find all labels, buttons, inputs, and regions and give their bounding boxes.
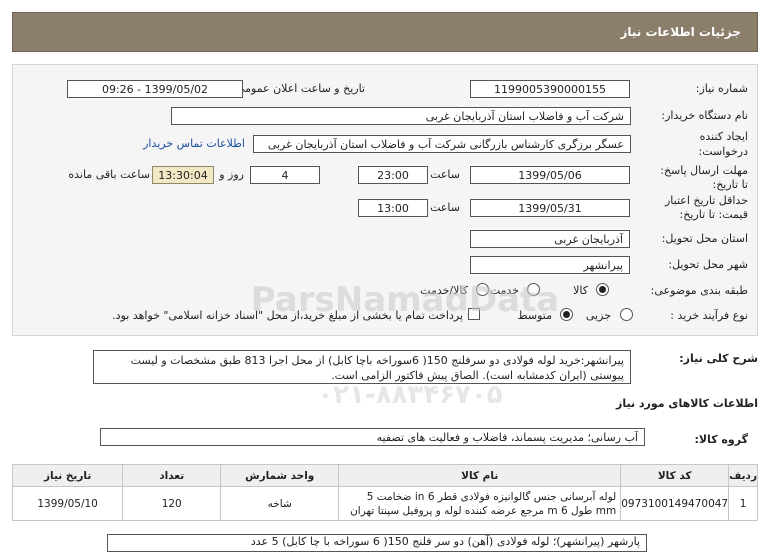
buyer-field[interactable]: شرکت آب و فاضلاب استان آذربایجان غربی (171, 107, 631, 125)
city-field[interactable]: پیرانشهر (470, 256, 630, 274)
remaining-time-label: ساعت باقی مانده (68, 168, 150, 181)
remaining-time-field: 13:30:04 (152, 166, 214, 184)
col-date: تاریخ نیاز (11, 464, 124, 487)
need-number-label: شماره نیاز: (695, 82, 748, 95)
reply-time-label: ساعت (430, 168, 460, 181)
process-option-minor: جزیی (585, 309, 611, 322)
validity-label-1: حداقل تاریخ اعتبار (664, 194, 748, 207)
watermark-phone: ۰۲۱-۸۸۳۴۶۷۰۵ (317, 380, 503, 410)
row-index: 1 (728, 486, 758, 521)
process-radio-minor[interactable] (620, 308, 633, 321)
reply-deadline-label-1: مهلت ارسال پاسخ: (660, 164, 748, 177)
description-label: شرح کلی نیاز: (679, 352, 758, 365)
treasury-checkbox[interactable] (468, 308, 480, 320)
reply-date-field[interactable]: 1399/05/06 (470, 166, 630, 184)
category-label: طبقه بندی موضوعی: (650, 284, 748, 297)
category-option-service: خدمت (489, 284, 519, 297)
need-number-field[interactable]: 1199005390000155 (470, 80, 630, 98)
goods-section-title: اطلاعات کالاهای مورد نیاز (616, 397, 758, 410)
days-label: روز و (219, 168, 244, 181)
goods-table: ردیف کد کالا نام کالا واحد شمارش تعداد ت… (11, 464, 758, 521)
goods-group-label: گروه کالا: (694, 433, 748, 446)
announce-field[interactable]: 1399/05/02 - 09:26 (67, 80, 243, 98)
process-radio-medium[interactable] (560, 308, 573, 321)
row-code: 0973100149470047 (620, 486, 730, 521)
creator-label-2: درخواست: (698, 145, 748, 158)
category-option-goods: کالا (573, 284, 588, 297)
validity-label-2: قیمت: تا تاریخ: (679, 208, 748, 221)
process-option-medium: متوسط (517, 309, 552, 322)
city-label: شهر محل تحویل: (668, 258, 748, 271)
announce-label: تاریخ و ساعت اعلان عمومی: (232, 82, 365, 95)
category-option-both: کالا/خدمت (420, 284, 468, 297)
days-field[interactable]: 4 (250, 166, 320, 184)
col-code: کد کالا (620, 464, 730, 487)
buyer-notes-box[interactable]: پارشهر (پیرانشهر)؛ لوله فولادی (آهن) دو … (107, 534, 647, 552)
description-box[interactable]: پیرانشهر:خرید لوله فولادی دو سرفلنج 150(… (93, 350, 631, 384)
category-radio-service[interactable] (527, 283, 540, 296)
province-field[interactable]: آذربایجان غربی (470, 230, 630, 248)
row-unit: شاخه (220, 486, 340, 521)
category-radio-goods[interactable] (596, 283, 609, 296)
buyer-label: نام دستگاه خریدار: (661, 109, 748, 122)
province-label: استان محل تحویل: (661, 232, 748, 245)
table-row[interactable]: 1 0973100149470047 لوله آبرسانی جنس گالو… (11, 486, 758, 521)
treasury-note: پرداخت تمام یا بخشی از مبلغ خرید،از محل … (112, 309, 463, 322)
col-qty: تعداد (122, 464, 222, 487)
row-date: 1399/05/10 (11, 486, 124, 521)
validity-time-label: ساعت (430, 201, 460, 214)
col-index: ردیف (728, 464, 758, 487)
page-title: جزئیات اطلاعات نیاز (620, 25, 741, 39)
col-name: نام کالا (338, 464, 622, 487)
process-label: نوع فرآیند خرید : (670, 309, 748, 322)
validity-time-field[interactable]: 13:00 (358, 199, 428, 217)
goods-table-header: ردیف کد کالا نام کالا واحد شمارش تعداد ت… (11, 464, 758, 487)
creator-label-1: ایجاد کننده (699, 130, 748, 143)
row-name: لوله آبرسانی جنس گالوانیزه فولادی قطر 6 … (338, 486, 622, 521)
reply-time-field[interactable]: 23:00 (358, 166, 428, 184)
reply-deadline-label-2: تا تاریخ: (712, 178, 748, 191)
contact-buyer-link[interactable]: اطلاعات تماس خریدار (143, 137, 245, 150)
category-radio-both[interactable] (476, 283, 489, 296)
col-unit: واحد شمارش (220, 464, 340, 487)
row-qty: 120 (122, 486, 222, 521)
goods-group-field[interactable]: آب رسانی؛ مدیریت پسماند، فاضلاب و فعالیت… (100, 428, 645, 446)
validity-date-field[interactable]: 1399/05/31 (470, 199, 630, 217)
creator-field[interactable]: عسگر برزگری کارشناس بازرگانی شرکت آب و ف… (253, 135, 631, 153)
page-header: جزئیات اطلاعات نیاز (12, 12, 758, 52)
